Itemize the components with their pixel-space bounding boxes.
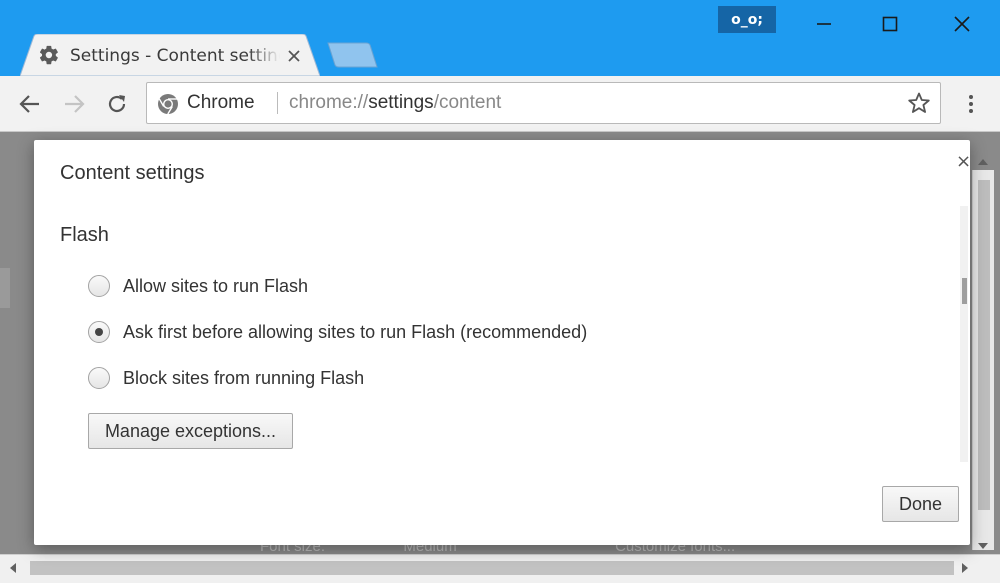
radio-block-flash[interactable]: Block sites from running Flash — [88, 365, 364, 391]
radio-button-selected[interactable] — [88, 321, 110, 343]
radio-button[interactable] — [88, 275, 110, 297]
title-bar: o_o; Settings - Content settings — [0, 0, 1000, 80]
page-edge — [0, 268, 10, 308]
tab-close-button[interactable] — [284, 46, 304, 66]
done-button[interactable]: Done — [882, 486, 959, 522]
radio-label: Ask first before allowing sites to run F… — [123, 321, 588, 342]
scroll-left-icon[interactable] — [10, 563, 16, 573]
window-close-button[interactable] — [934, 6, 990, 42]
scroll-up-arrow[interactable] — [976, 156, 990, 168]
scroll-down-icon — [978, 543, 988, 549]
more-vert-icon — [969, 95, 973, 113]
dialog-scrollbar[interactable] — [960, 206, 968, 462]
omnibox-chip-label: Chrome — [187, 92, 255, 113]
scroll-down-arrow[interactable] — [976, 540, 990, 552]
radio-label: Block sites from running Flash — [123, 367, 365, 388]
scroll-right-icon[interactable] — [962, 563, 968, 573]
forward-arrow-icon — [65, 95, 85, 113]
gear-icon — [39, 45, 58, 65]
url-text[interactable]: chrome://settings/content — [289, 83, 501, 123]
chrome-logo-icon — [158, 94, 178, 115]
address-bar[interactable]: Chrome chrome://settings/content — [146, 82, 941, 124]
dialog-title: Content settings — [60, 162, 205, 184]
page-horizontal-scrollbar[interactable] — [0, 554, 1000, 583]
reload-button[interactable] — [101, 88, 133, 120]
forward-button[interactable] — [58, 88, 90, 120]
maximize-button[interactable] — [862, 6, 918, 42]
content-settings-dialog: Content settings × Flash Allow sites to … — [34, 140, 971, 545]
radio-label: Allow sites to run Flash — [123, 275, 309, 296]
omnibox-separator — [277, 92, 278, 114]
dialog-close-button[interactable]: × — [956, 153, 971, 171]
tab-settings[interactable]: Settings - Content settings — [20, 34, 320, 76]
radio-allow-flash[interactable]: Allow sites to run Flash — [88, 273, 308, 299]
url-host: settings — [368, 92, 434, 113]
flash-section-title: Flash — [60, 224, 109, 246]
minimize-button[interactable] — [796, 6, 852, 42]
dialog-scroll-thumb[interactable] — [962, 278, 967, 304]
bookmark-star-icon[interactable] — [907, 91, 931, 115]
url-scheme: chrome:// — [289, 92, 369, 113]
close-icon — [288, 50, 300, 62]
radio-ask-first[interactable]: Ask first before allowing sites to run F… — [88, 319, 587, 345]
chrome-menu-button[interactable] — [955, 88, 987, 120]
url-path: /content — [433, 92, 502, 113]
profile-badge[interactable]: o_o; — [718, 6, 776, 33]
back-arrow-icon — [19, 95, 39, 113]
page-vertical-scroll-thumb[interactable] — [978, 180, 990, 510]
reload-icon — [108, 95, 126, 113]
manage-exceptions-button[interactable]: Manage exceptions... — [88, 413, 293, 449]
close-icon — [954, 16, 970, 32]
back-button[interactable] — [14, 88, 46, 120]
new-tab-button[interactable] — [326, 42, 378, 68]
page-vertical-scrollbar[interactable] — [972, 170, 994, 550]
minimize-icon — [817, 23, 831, 25]
scroll-up-icon — [978, 159, 988, 165]
radio-button[interactable] — [88, 367, 110, 389]
tab-title: Settings - Content settings — [70, 46, 280, 66]
toolbar: Chrome chrome://settings/content — [0, 76, 1000, 132]
page-horizontal-scroll-thumb[interactable] — [30, 561, 954, 575]
maximize-icon — [882, 16, 898, 32]
